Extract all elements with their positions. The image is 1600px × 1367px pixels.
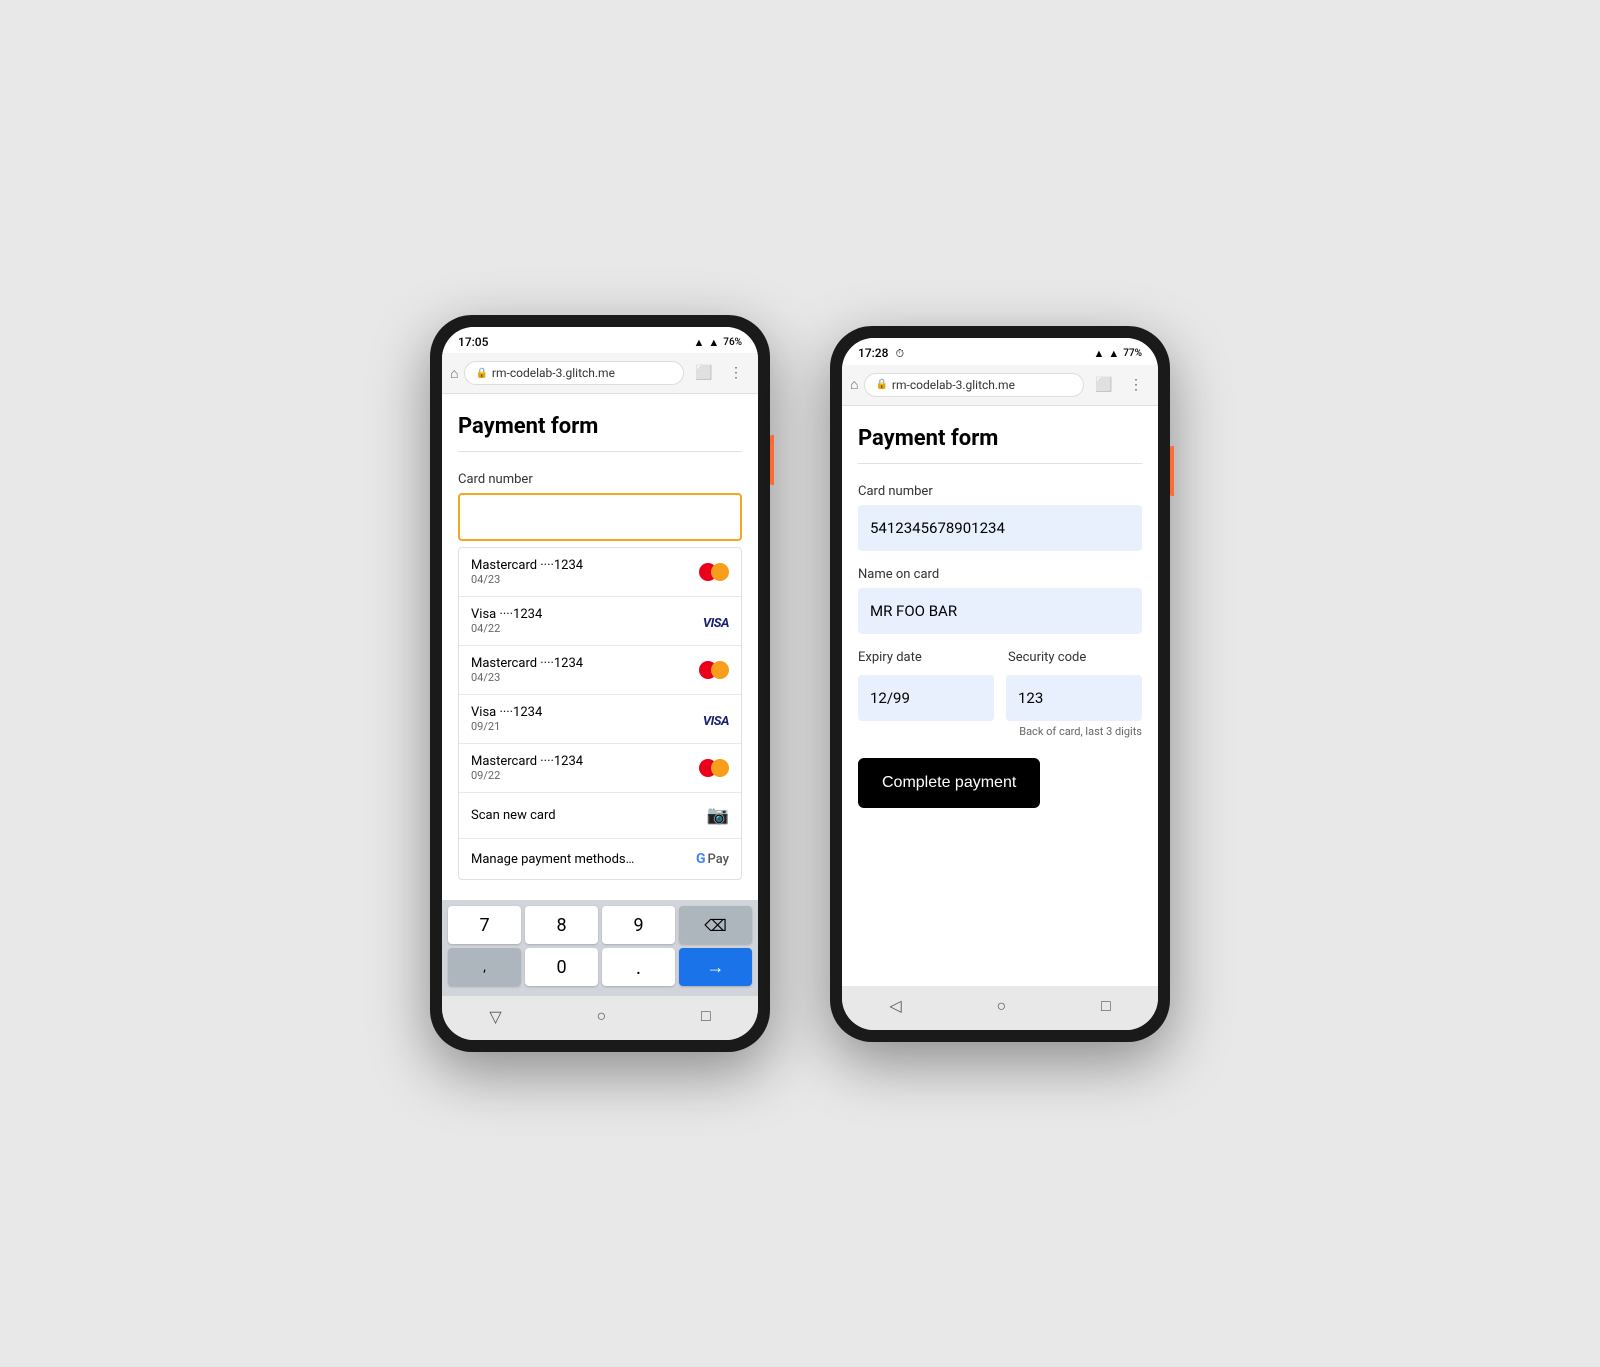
nav-home-icon[interactable]: ○ <box>596 1006 606 1026</box>
key-7[interactable]: 7 <box>448 906 521 944</box>
status-bar-right: 17:28 ⏱ ▲ ▲ 77% <box>842 338 1158 365</box>
signal-icon: ▲ <box>708 336 719 349</box>
tab-switcher-right[interactable]: ⬜ <box>1090 371 1118 399</box>
scan-new-card-row[interactable]: Scan new card 📷 <box>459 793 741 839</box>
title-divider-left <box>458 451 742 452</box>
security-hint: Back of card, last 3 digits <box>858 725 1142 738</box>
expiry-label: Expiry date <box>858 650 992 665</box>
browser-icons-right: ⬜ ⋮ <box>1090 371 1150 399</box>
wifi-icon: ▲ <box>693 336 704 349</box>
expiry-security-group: Expiry date Security code 12/99 123 Back… <box>858 650 1142 738</box>
camera-scan-icon: 📷 <box>707 805 729 826</box>
tab-switcher-left[interactable]: ⬜ <box>690 359 718 387</box>
nav-back-icon-right[interactable]: ◁ <box>889 996 901 1015</box>
phone-right: 17:28 ⏱ ▲ ▲ 77% ⌂ 🔒 rm-codelab-3.glitch.… <box>830 326 1170 1042</box>
browser-bar-right: ⌂ 🔒 rm-codelab-3.glitch.me ⬜ ⋮ <box>842 365 1158 406</box>
autocomplete-item-5[interactable]: Mastercard ····1234 09/22 <box>459 744 741 793</box>
menu-btn-right[interactable]: ⋮ <box>1122 371 1150 399</box>
status-icons-right: ▲ ▲ 77% <box>1093 347 1142 360</box>
mastercard-logo-2 <box>699 661 729 679</box>
complete-payment-button[interactable]: Complete payment <box>858 758 1040 808</box>
mastercard-logo-3 <box>699 759 729 777</box>
autocomplete-item-3[interactable]: Mastercard ····1234 04/23 <box>459 646 741 695</box>
manage-payment-row[interactable]: Manage payment methods… G Pay <box>459 839 741 879</box>
manage-payment-label: Manage payment methods… <box>471 852 634 867</box>
volume-bar <box>770 435 774 485</box>
nav-back-icon[interactable]: ▽ <box>489 1007 501 1026</box>
status-time-right: 17:28 ⏱ <box>858 346 904 361</box>
phone-screen-right: 17:28 ⏱ ▲ ▲ 77% ⌂ 🔒 rm-codelab-3.glitch.… <box>842 338 1158 1030</box>
battery-icon: 76% <box>723 337 742 348</box>
keyboard-row-1: 7 8 9 ⌫ <box>448 906 752 944</box>
numeric-keyboard: 7 8 9 ⌫ , 0 . → <box>442 900 758 996</box>
title-divider-right <box>858 463 1142 464</box>
name-on-card-group: Name on card MR FOO BAR <box>858 567 1142 634</box>
page-title-right: Payment form <box>858 426 1142 451</box>
browser-icons-left: ⬜ ⋮ <box>690 359 750 387</box>
menu-btn-left[interactable]: ⋮ <box>722 359 750 387</box>
name-on-card-label: Name on card <box>858 567 1142 582</box>
nav-home-icon-right[interactable]: ○ <box>996 996 1006 1016</box>
nav-recents-icon[interactable]: □ <box>701 1006 711 1026</box>
phone-screen-left: 17:05 ▲ ▲ 76% ⌂ 🔒 rm-codelab-3.glitch.me… <box>442 327 758 1040</box>
status-time-left: 17:05 <box>458 335 488 349</box>
nav-bar-right: ◁ ○ □ <box>842 986 1158 1030</box>
autocomplete-item-1[interactable]: Mastercard ····1234 04/23 <box>459 548 741 597</box>
key-comma[interactable]: , <box>448 948 521 986</box>
visa-logo-1: VISA <box>703 612 729 631</box>
security-filled[interactable]: 123 <box>1006 675 1142 721</box>
key-next[interactable]: → <box>679 948 752 986</box>
keyboard-row-2: , 0 . → <box>448 948 752 986</box>
key-dot[interactable]: . <box>602 948 675 986</box>
url-text-left: rm-codelab-3.glitch.me <box>492 366 615 380</box>
card-number-input-left[interactable] <box>458 493 742 541</box>
key-8[interactable]: 8 <box>525 906 598 944</box>
visa-logo-2: VISA <box>703 710 729 729</box>
page-content-left: Payment form Card number Mastercard ····… <box>442 394 758 900</box>
card-number-label-left: Card number <box>458 472 742 487</box>
key-0[interactable]: 0 <box>525 948 598 986</box>
gpay-badge: G Pay <box>696 851 729 867</box>
expiry-filled[interactable]: 12/99 <box>858 675 994 721</box>
url-bar-left[interactable]: 🔒 rm-codelab-3.glitch.me <box>464 361 684 385</box>
page-title-left: Payment form <box>458 414 742 439</box>
status-bar-left: 17:05 ▲ ▲ 76% <box>442 327 758 353</box>
home-icon[interactable]: ⌂ <box>450 365 458 382</box>
home-icon-right[interactable]: ⌂ <box>850 376 858 393</box>
security-label: Security code <box>1008 650 1142 665</box>
key-backspace[interactable]: ⌫ <box>679 906 752 944</box>
key-9[interactable]: 9 <box>602 906 675 944</box>
phone-left: 17:05 ▲ ▲ 76% ⌂ 🔒 rm-codelab-3.glitch.me… <box>430 315 770 1052</box>
nav-recents-icon-right[interactable]: □ <box>1101 996 1111 1016</box>
nav-bar-left: ▽ ○ □ <box>442 996 758 1040</box>
wifi-icon-right: ▲ <box>1093 347 1104 360</box>
security-col: Security code <box>1008 650 1142 671</box>
url-bar-right[interactable]: 🔒 rm-codelab-3.glitch.me <box>864 373 1084 397</box>
autocomplete-list: Mastercard ····1234 04/23 Visa ····1234 … <box>458 547 742 880</box>
mastercard-logo-1 <box>699 563 729 581</box>
volume-bar-right <box>1170 446 1174 496</box>
name-on-card-filled[interactable]: MR FOO BAR <box>858 588 1142 634</box>
autocomplete-item-2[interactable]: Visa ····1234 04/22 VISA <box>459 597 741 646</box>
status-icons-left: ▲ ▲ 76% <box>693 336 742 349</box>
lock-icon-right: 🔒 <box>875 379 887 390</box>
url-text-right: rm-codelab-3.glitch.me <box>892 378 1015 392</box>
card-number-group: Card number 5412345678901234 <box>858 484 1142 551</box>
signal-icon-right: ▲ <box>1108 347 1119 360</box>
lock-icon-left: 🔒 <box>475 368 487 379</box>
browser-bar-left: ⌂ 🔒 rm-codelab-3.glitch.me ⬜ ⋮ <box>442 353 758 394</box>
autocomplete-item-4[interactable]: Visa ····1234 09/21 VISA <box>459 695 741 744</box>
scan-new-card-label: Scan new card <box>471 808 556 823</box>
battery-icon-right: 77% <box>1123 348 1142 359</box>
expiry-security-inputs: 12/99 123 <box>858 675 1142 721</box>
page-content-right: Payment form Card number 541234567890123… <box>842 406 1158 986</box>
expiry-col: Expiry date <box>858 650 992 671</box>
card-number-label-right: Card number <box>858 484 1142 499</box>
card-number-filled[interactable]: 5412345678901234 <box>858 505 1142 551</box>
